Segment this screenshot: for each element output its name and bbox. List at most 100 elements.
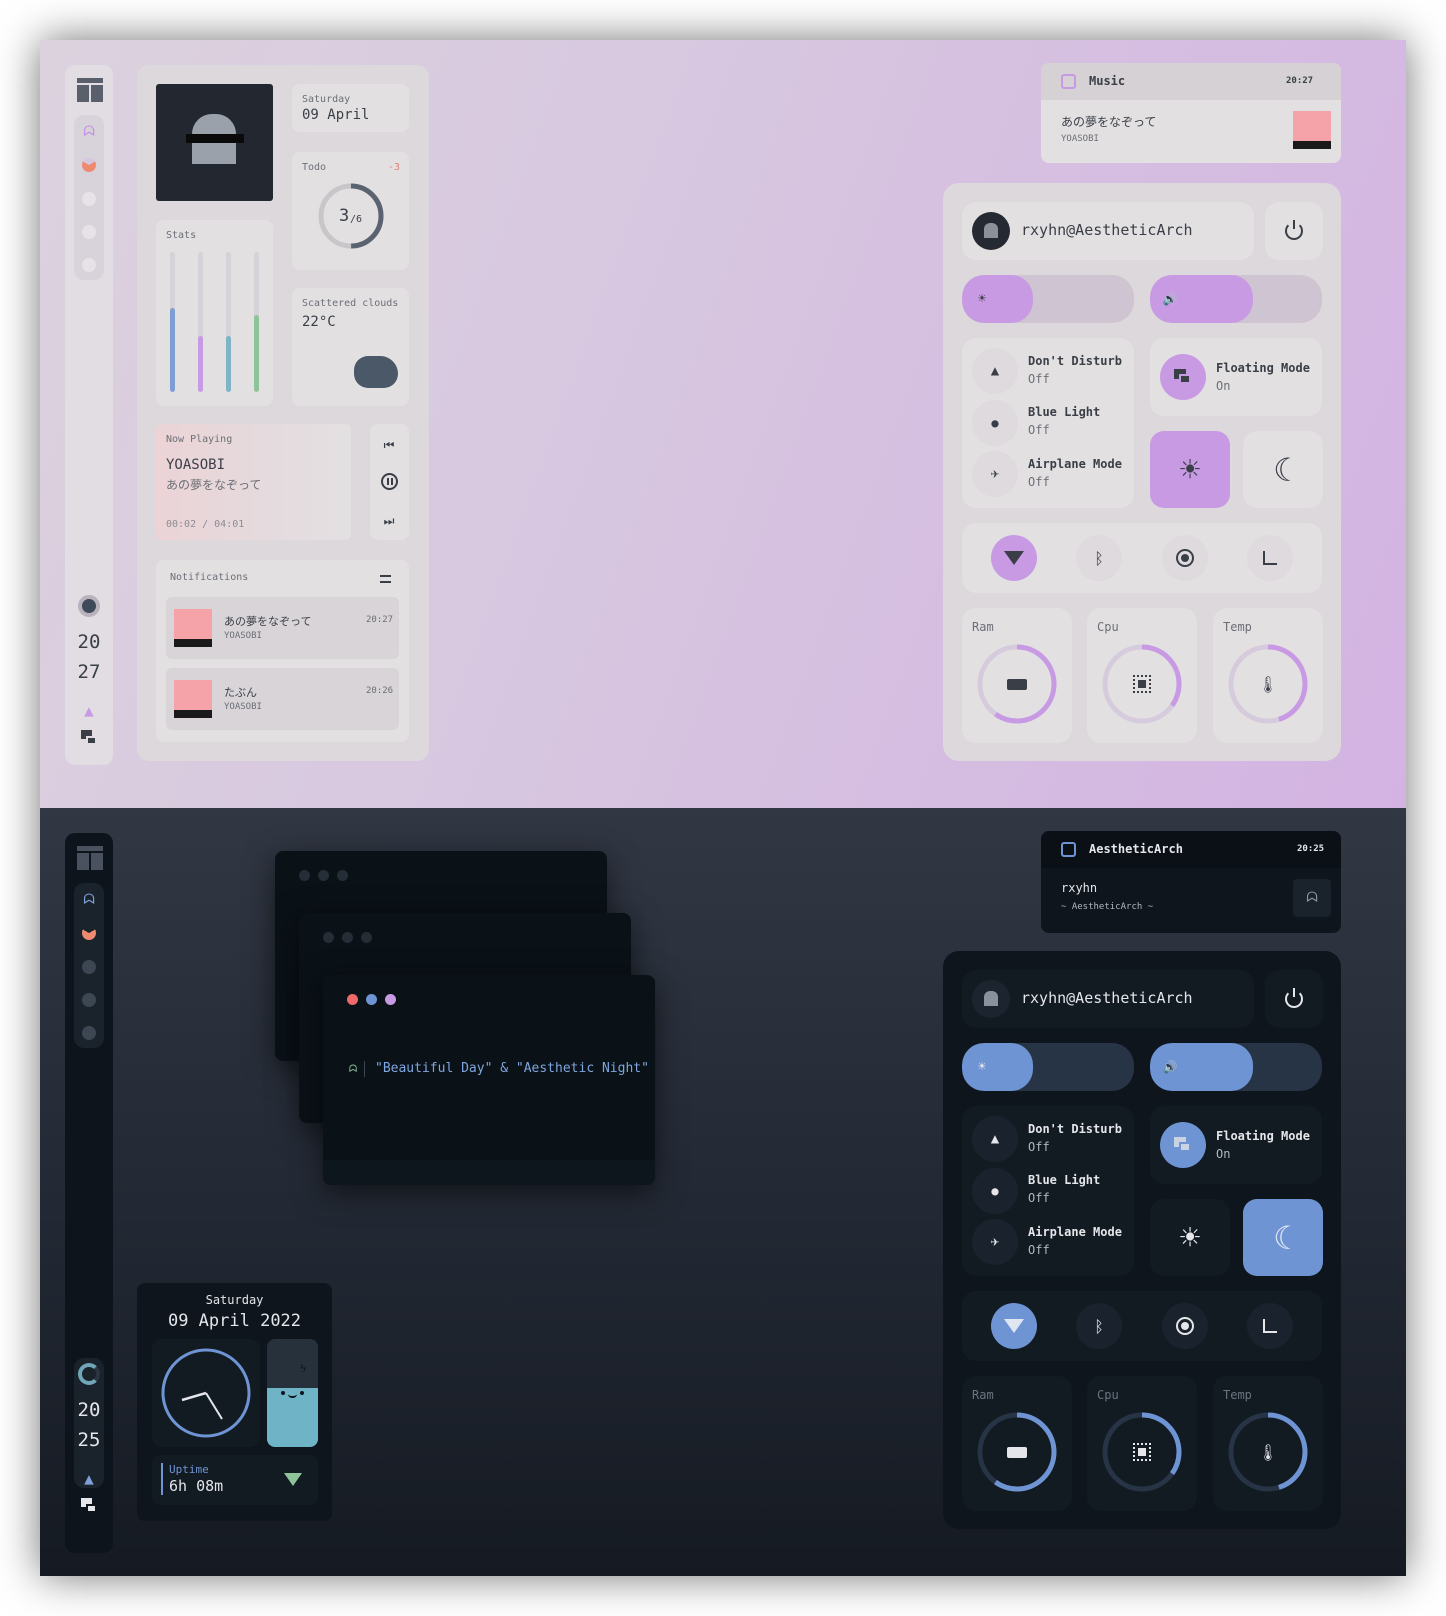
workspace-dot[interactable] [82,225,96,239]
wifi-button[interactable] [991,535,1037,581]
moon-icon: ☾ [1273,1218,1293,1257]
workspace-dot[interactable] [82,1026,96,1040]
clock-minute: 25 [77,1429,101,1451]
stat-bar-fill [226,336,231,392]
notification-sub: YOASOBI [224,631,262,641]
floating-mode-card[interactable]: Floating Mode On [1150,1106,1322,1184]
power-icon [1285,220,1303,240]
terminal-command: "Beautiful Day" & "Aesthetic Night" [375,1061,649,1076]
gauge-label: Cpu [1097,620,1119,634]
power-button[interactable] [1265,202,1323,260]
pacman-icon[interactable] [82,158,96,172]
crop-icon [1263,551,1277,565]
music-popup[interactable]: Music 20:27 あの夢をなぞって YOASOBI [1041,63,1341,163]
floating-windows-icon[interactable] [81,730,97,746]
weather-condition: Scattered clouds [302,298,399,309]
toggle-state: Off [1028,1140,1050,1154]
sunrise-icon: ☀ [1179,449,1201,490]
volume-slider[interactable]: 🔊 [1150,1043,1322,1091]
ram-icon [1007,1447,1027,1458]
notification-item[interactable]: あの夢をなぞって YOASOBI 20:27 [166,597,399,659]
maximize-dot[interactable] [385,994,396,1005]
bluetooth-button[interactable]: ᛒ [1076,535,1122,581]
night-theme-button[interactable]: ☾ [1243,1199,1323,1276]
record-button[interactable] [1162,535,1208,581]
workspace-dot[interactable] [82,258,96,272]
ghost-icon[interactable]: ᗣ [80,891,98,909]
popup-app: Music [1089,74,1126,88]
connectivity-row: ᛒ [962,1291,1322,1361]
airplane-icon: ✈ [990,1234,1000,1250]
bluetooth-button[interactable]: ᛒ [1076,1303,1122,1349]
record-icon [1176,549,1194,567]
bluelight-button[interactable]: ● [972,1168,1018,1214]
dnd-button[interactable]: ▲ [972,1116,1018,1162]
notification-title: あの夢をなぞって [224,615,312,628]
airplane-button[interactable]: ✈ [972,451,1018,497]
notification-bell-icon[interactable]: ▲ [77,700,101,720]
cpu-icon [1133,675,1151,693]
clock-minute: 27 [77,661,101,683]
floating-mode-state: On [1216,1147,1231,1161]
gauge-label: Cpu [1097,1388,1119,1402]
notification-bell-icon[interactable]: ▲ [77,1468,101,1488]
avatar [972,980,1010,1018]
clock-widget-date: 09 April 2022 [167,1311,302,1331]
pacman-icon[interactable] [82,926,96,940]
stat-bar-fill [198,336,203,392]
floating-mode-button[interactable] [1160,354,1206,400]
cpu-indicator[interactable] [78,1363,100,1385]
cpu-icon [1133,1443,1151,1461]
notifications-card: Notifications あの夢をなぞって YOASOBI 20:27 たぶん… [156,560,409,742]
terminal-window[interactable]: ᗣ "Beautiful Day" & "Aesthetic Night" [323,975,655,1185]
record-button[interactable] [1162,1303,1208,1349]
previous-icon[interactable]: ⏮ [378,434,400,456]
now-playing-time: 00:02 / 04:01 [166,519,245,530]
launcher-icon[interactable] [77,846,103,870]
stat-bar-track [170,252,175,392]
volume-slider[interactable]: 🔊 [1150,275,1322,323]
toggle-state: Off [1028,1243,1050,1257]
minimize-dot[interactable] [366,994,377,1005]
floating-windows-icon[interactable] [81,1498,97,1514]
next-icon[interactable]: ⏭ [378,510,400,532]
airplane-button[interactable]: ✈ [972,1219,1018,1265]
pause-icon[interactable] [381,473,398,490]
toggle-state: Off [1028,475,1050,489]
wifi-button[interactable] [991,1303,1037,1349]
screenshot-button[interactable] [1247,535,1293,581]
todo-total: /6 [350,214,363,225]
clear-all-icon[interactable] [380,575,391,583]
night-theme-button[interactable]: ☾ [1243,431,1323,508]
brightness-slider[interactable]: ☀ [962,275,1134,323]
cpu-indicator[interactable] [78,595,100,617]
brightness-slider[interactable]: ☀ [962,1043,1134,1091]
bluelight-button[interactable]: ● [972,400,1018,446]
toggle-name: Don't Disturb [1028,354,1122,368]
workspace-list: ᗣ [74,115,104,280]
bell-icon: ▲ [990,1131,1000,1147]
dnd-button[interactable]: ▲ [972,348,1018,394]
system-popup[interactable]: AestheticArch 20:25 rxyhn ~ AestheticArc… [1041,831,1341,933]
notification-item[interactable]: たぶん YOASOBI 20:26 [166,668,399,730]
ghost-icon[interactable]: ᗣ [80,123,98,141]
screenshot-button[interactable] [1247,1303,1293,1349]
power-button[interactable] [1265,970,1323,1028]
clock-hour: 20 [77,1399,101,1421]
workspace-dot[interactable] [82,960,96,974]
popup-sub: YOASOBI [1061,134,1099,144]
light-desktop: ᗣ 20 27 ▲ Saturday 09 April Todo -3 3 /6… [40,40,1406,808]
workspace-dot[interactable] [82,993,96,1007]
uptime-card: Uptime 6h 08m [152,1455,318,1505]
avatar [972,212,1010,250]
day-theme-button[interactable]: ☀ [1150,431,1230,508]
toggle-name: Airplane Mode [1028,1225,1122,1239]
floating-mode-button[interactable] [1160,1122,1206,1168]
day-theme-button[interactable]: ☀ [1150,1199,1230,1276]
launcher-icon[interactable] [77,78,103,102]
workspace-dot[interactable] [82,192,96,206]
floating-mode-card[interactable]: Floating Mode On [1150,338,1322,416]
username: rxyhn@AestheticArch [1021,221,1193,239]
close-dot[interactable] [347,994,358,1005]
sunrise-icon: ☀ [1179,1217,1201,1258]
